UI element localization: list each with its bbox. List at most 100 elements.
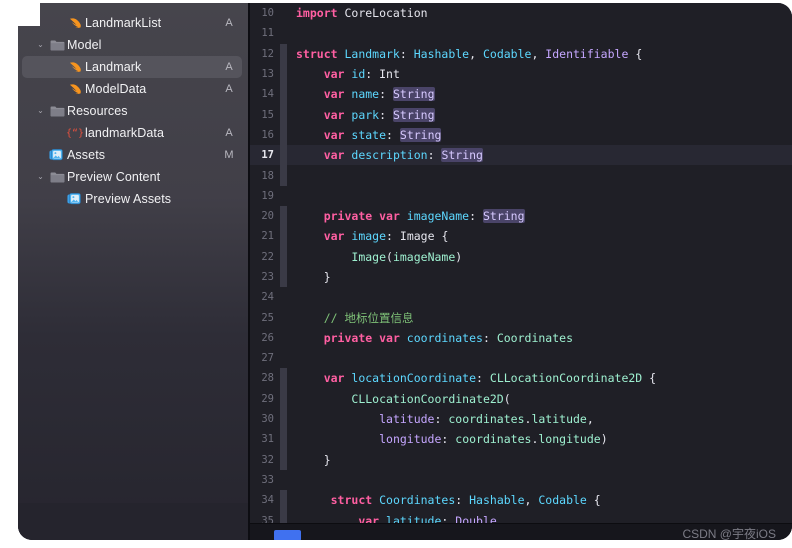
- assets-catalog-icon: [47, 148, 67, 162]
- line-number: 30: [261, 413, 274, 426]
- code-line[interactable]: 30 latitude: coordinates.latitude,: [250, 408, 792, 430]
- code-fold-ribbon[interactable]: [280, 328, 287, 348]
- code-text: var state: String: [323, 127, 442, 142]
- code-line[interactable]: 13 var id: Int: [250, 63, 792, 85]
- scm-status-badge: A: [225, 61, 233, 73]
- code-line[interactable]: 32 }: [250, 449, 792, 470]
- code-line[interactable]: 16 var state: String: [250, 124, 792, 146]
- sidebar-item-resources[interactable]: ⌄ Resources: [22, 100, 242, 122]
- bottom-bar-blue-indicator[interactable]: [274, 530, 301, 540]
- code-fold-ribbon[interactable]: [280, 470, 287, 490]
- code-line[interactable]: 14 var name: String: [250, 84, 792, 105]
- code-text: struct Landmark: Hashable, Codable, Iden…: [296, 46, 643, 61]
- json-file-icon: {“}: [65, 127, 85, 139]
- code-line[interactable]: 29 CLLocationCoordinate2D(: [250, 388, 792, 409]
- sidebar-item-landmarkdata[interactable]: {“} landmarkData A: [22, 122, 242, 144]
- line-number: 29: [261, 392, 274, 405]
- code-line[interactable]: 26 private var coordinates: Coordinates: [250, 328, 792, 348]
- sidebar-item-label: Landmark: [85, 60, 142, 74]
- sidebar-item-landmark[interactable]: Landmark A: [22, 56, 242, 78]
- chevron-down-icon[interactable]: ⌄: [34, 173, 47, 181]
- code-fold-ribbon[interactable]: [280, 3, 287, 23]
- code-fold-ribbon[interactable]: [280, 205, 287, 227]
- code-fold-ribbon[interactable]: [280, 226, 287, 247]
- line-number: 16: [261, 128, 274, 141]
- code-text: var locationCoordinate: CLLocationCoordi…: [323, 371, 657, 386]
- code-editor-pane[interactable]: 10 import CoreLocation 11 12 struct Landmark…: [250, 3, 792, 540]
- sidebar-item-model[interactable]: ⌄ Model: [22, 34, 242, 56]
- code-fold-ribbon[interactable]: [280, 266, 287, 288]
- folder-icon: [47, 39, 67, 52]
- sidebar-item-label: Resources: [67, 104, 128, 118]
- line-number: 33: [261, 473, 274, 486]
- code-line[interactable]: 31 longitude: coordinates.longitude): [250, 429, 792, 450]
- code-line[interactable]: 22 Image(imageName): [250, 246, 792, 267]
- code-fold-ribbon[interactable]: [280, 368, 287, 389]
- sidebar-item-label: ModelData: [85, 82, 147, 96]
- swift-file-icon: [65, 16, 85, 30]
- code-fold-ribbon[interactable]: [280, 84, 287, 105]
- code-fold-ribbon[interactable]: [280, 43, 287, 64]
- code-text: }: [296, 452, 331, 467]
- code-fold-ribbon[interactable]: [280, 388, 287, 409]
- code-fold-ribbon[interactable]: [280, 246, 287, 267]
- code-fold-ribbon[interactable]: [280, 104, 287, 125]
- code-fold-ribbon[interactable]: [280, 186, 287, 206]
- sidebar-item-modeldata[interactable]: ModelData A: [22, 78, 242, 100]
- code-text: private var coordinates: Coordinates: [323, 330, 573, 345]
- code-fold-ribbon[interactable]: [280, 63, 287, 85]
- sidebar-item-label: Preview Content: [67, 170, 161, 184]
- line-number: 10: [261, 7, 274, 20]
- code-line[interactable]: 18: [250, 165, 792, 186]
- assets-catalog-icon: [65, 192, 85, 206]
- line-number: 19: [261, 189, 274, 202]
- code-line[interactable]: 11: [250, 23, 792, 43]
- sidebar-item-landmarklist[interactable]: LandmarkList A: [22, 12, 242, 34]
- code-fold-ribbon[interactable]: [280, 124, 287, 146]
- code-line[interactable]: 28 var locationCoordinate: CLLocationCoo…: [250, 368, 792, 389]
- code-line[interactable]: 20 private var imageName: String: [250, 205, 792, 227]
- code-text: struct Coordinates: Hashable, Codable {: [330, 493, 601, 508]
- code-line[interactable]: 33: [250, 470, 792, 490]
- code-line[interactable]: 25 // 地标位置信息: [250, 307, 792, 327]
- code-line[interactable]: 24: [250, 287, 792, 307]
- code-line[interactable]: 34 struct Coordinates: Hashable, Codable…: [250, 490, 792, 511]
- sidebar-item-label: landmarkData: [85, 126, 165, 140]
- code-fold-ribbon[interactable]: [280, 23, 287, 43]
- code-line[interactable]: 12 struct Landmark: Hashable, Codable, Id…: [250, 43, 792, 64]
- sidebar-item-assets[interactable]: Assets M: [22, 144, 242, 166]
- code-line[interactable]: 10 import CoreLocation: [250, 3, 792, 23]
- sidebar-item-preview-content[interactable]: ⌄ Preview Content: [22, 166, 242, 188]
- line-number: 21: [261, 230, 274, 243]
- code-line[interactable]: 15 var park: String: [250, 104, 792, 125]
- source-code-lines[interactable]: 10 import CoreLocation 11 12 struct Landmark…: [250, 3, 792, 540]
- code-fold-ribbon[interactable]: [280, 145, 287, 166]
- chevron-down-icon[interactable]: ⌄: [34, 41, 47, 49]
- sidebar-item-preview-assets[interactable]: Preview Assets: [22, 188, 242, 210]
- code-line[interactable]: 19: [250, 186, 792, 206]
- code-fold-ribbon[interactable]: [280, 348, 287, 368]
- code-fold-ribbon[interactable]: [280, 408, 287, 430]
- project-file-tree[interactable]: LandmarkList A ⌄ Model Landmark A ModelData A…: [18, 3, 248, 503]
- scm-status-badge: A: [225, 83, 233, 95]
- line-number: 20: [261, 210, 274, 223]
- code-fold-ribbon[interactable]: [280, 490, 287, 511]
- sidebar-item-label: Assets: [67, 148, 106, 162]
- code-fold-ribbon[interactable]: [280, 429, 287, 450]
- code-fold-ribbon[interactable]: [280, 287, 287, 307]
- code-line[interactable]: 27: [250, 348, 792, 368]
- code-text: }: [296, 270, 331, 284]
- code-line[interactable]: 21 var image: Image {: [250, 226, 792, 247]
- code-text: CLLocationCoordinate2D(: [351, 391, 511, 406]
- code-fold-ribbon[interactable]: [280, 449, 287, 470]
- code-line[interactable]: 17 var description: String: [250, 145, 792, 166]
- code-line[interactable]: 23 }: [250, 266, 792, 288]
- code-fold-ribbon[interactable]: [280, 165, 287, 186]
- swift-file-icon: [65, 82, 85, 96]
- chevron-down-icon[interactable]: ⌄: [34, 107, 47, 115]
- code-fold-ribbon[interactable]: [280, 307, 287, 327]
